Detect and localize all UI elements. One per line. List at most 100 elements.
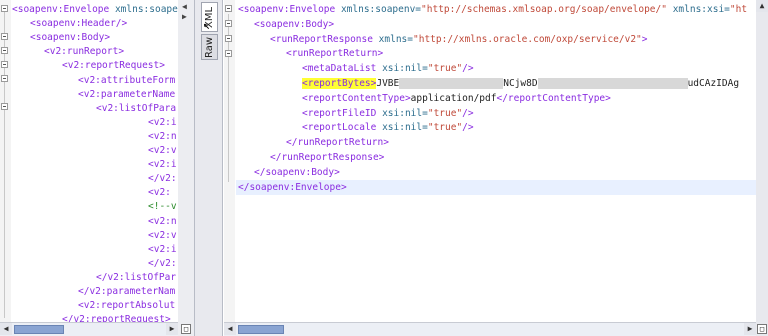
fold-guide: [4, 8, 5, 318]
scroll-left-arrow-icon[interactable]: ◀: [0, 323, 12, 335]
response-xml-viewer[interactable]: <soapenv:Envelope xmlns:soapenv="http://…: [224, 0, 756, 322]
fold-toggle-icon[interactable]: [1, 5, 8, 12]
code-token: <v2:reportRequest>: [62, 60, 165, 72]
code-line[interactable]: <soapenv:Body>: [254, 17, 334, 32]
code-token: xmlns=: [372, 33, 413, 45]
code-line[interactable]: </v2:: [148, 256, 177, 271]
code-token: <v2:attributeForm: [78, 74, 176, 86]
redacted-value: [537, 78, 688, 89]
code-token: <reportBytes>: [302, 78, 377, 89]
left-horizontal-scrollbar[interactable]: ◀ ▶: [0, 322, 178, 336]
code-token: <runReportReturn>: [286, 48, 384, 60]
code-line[interactable]: <v2:i: [148, 115, 177, 130]
code-line[interactable]: <v2:i: [148, 242, 177, 257]
code-line[interactable]: <soapenv:Envelope xmlns:soape: [12, 2, 178, 17]
code-line[interactable]: <v2:: [148, 185, 171, 200]
code-token: "true": [427, 63, 463, 75]
code-line[interactable]: <v2:i: [148, 157, 177, 172]
code-token: xmlns:soapenv=: [335, 4, 422, 15]
fold-toggle-icon[interactable]: [225, 50, 232, 57]
code-line[interactable]: </soapenv:Body>: [254, 165, 340, 180]
code-line[interactable]: <v2:listOfPara: [96, 101, 176, 116]
fold-toggle-icon[interactable]: [1, 75, 8, 82]
right-vertical-scrollbar[interactable]: ▲ □: [756, 0, 768, 336]
code-token: <metaDataList: [302, 63, 377, 75]
code-line[interactable]: <v2:reportAbsolut: [78, 298, 175, 313]
code-line[interactable]: <soapenv:Envelope xmlns:soapenv="http://…: [238, 2, 747, 17]
code-token: <reportFileID: [302, 107, 377, 119]
code-line[interactable]: <v2:n: [148, 129, 177, 144]
code-token: </soapenv:Body>: [254, 166, 340, 178]
code-token: />: [462, 122, 474, 134]
code-line[interactable]: </v2:: [148, 171, 177, 186]
code-line[interactable]: <reportFileID xsi:nil="true"/>: [302, 106, 474, 121]
code-token: <v2:listOfPara: [96, 102, 177, 114]
code-line[interactable]: <soapenv:Header/>: [30, 16, 127, 31]
redacted-value: [399, 78, 504, 89]
fold-toggle-icon[interactable]: [1, 61, 8, 68]
code-token: xsi:nil=: [376, 122, 428, 134]
code-token: xsi:nil=: [376, 63, 428, 75]
code-token: "true": [427, 107, 463, 119]
code-line[interactable]: <v2:v: [148, 228, 177, 243]
pane-divider[interactable]: ◀ ▶ □: [178, 0, 194, 336]
scroll-right-arrow-icon[interactable]: ▶: [744, 323, 756, 335]
scroll-left-arrow-icon[interactable]: ◀: [224, 323, 236, 335]
code-line[interactable]: <!--v: [148, 199, 177, 214]
code-line[interactable]: </runReportResponse>: [270, 150, 384, 165]
code-token: <v2:i: [148, 243, 177, 255]
code-line[interactable]: </v2:listOfPar: [96, 270, 176, 285]
code-token: <v2:reportAbsolut: [78, 300, 176, 312]
code-line[interactable]: <reportContentType>application/pdf</repo…: [302, 91, 611, 106]
code-line[interactable]: <v2:v: [148, 143, 177, 158]
code-token: <v2:i: [148, 159, 177, 171]
code-token: <runReportResponse: [270, 33, 373, 45]
code-line[interactable]: <v2:parameterName: [78, 87, 175, 102]
code-token: <reportContentType>: [302, 92, 411, 104]
code-token: <reportLocale: [302, 122, 377, 134]
code-token: xmlns:soape: [109, 4, 178, 15]
code-line[interactable]: <soapenv:Body>: [30, 30, 110, 45]
right-horizontal-scrollbar[interactable]: ◀ ▶: [224, 322, 756, 336]
code-line[interactable]: </runReportReturn>: [286, 135, 389, 150]
code-token: <soapenv:Body>: [254, 18, 335, 30]
corner-toggle-icon[interactable]: □: [757, 324, 767, 334]
code-line[interactable]: <runReportReturn>: [286, 46, 383, 61]
tab-raw[interactable]: Raw: [201, 34, 218, 60]
collapse-left-icon[interactable]: ◀: [182, 2, 187, 11]
code-line[interactable]: <v2:runReport>: [44, 44, 124, 59]
scrollbar-thumb[interactable]: [14, 325, 64, 334]
code-token: NCjw8D: [503, 78, 538, 89]
code-token: <v2:parameterName: [78, 88, 176, 100]
scroll-right-arrow-icon[interactable]: ▶: [166, 323, 178, 335]
tab-raw-label: Raw: [204, 36, 216, 58]
request-xml-editor[interactable]: <soapenv:Envelope xmlns:soape <soapenv:He…: [0, 0, 178, 322]
code-token: <v2:n: [148, 215, 177, 227]
fold-toggle-icon[interactable]: [225, 5, 232, 12]
fold-toggle-icon[interactable]: [225, 35, 232, 42]
code-line[interactable]: <reportLocale xsi:nil="true"/>: [302, 120, 474, 135]
code-token: "true": [427, 122, 463, 134]
code-line[interactable]: <v2:attributeForm: [78, 73, 175, 88]
code-token: </v2:: [148, 173, 177, 185]
code-line[interactable]: </v2:parameterNam: [78, 284, 175, 299]
code-token: <v2:v: [148, 229, 177, 241]
code-line[interactable]: <v2:n: [148, 214, 177, 229]
code-line[interactable]: </soapenv:Envelope>: [236, 179, 756, 195]
code-line[interactable]: <v2:reportRequest>: [62, 58, 165, 73]
code-line[interactable]: <metaDataList xsi:nil="true"/>: [302, 61, 474, 76]
code-token: <soapenv:Envelope: [12, 4, 110, 15]
code-token: <v2:: [148, 187, 171, 199]
code-line[interactable]: </v2:reportRequest>: [62, 312, 171, 322]
code-token: </v2:: [148, 257, 177, 269]
scrollbar-thumb[interactable]: [238, 325, 284, 334]
code-line[interactable]: <reportBytes>JVBE NCjw8D udCAzIDAg: [302, 76, 739, 91]
fold-toggle-icon[interactable]: [1, 103, 8, 110]
scroll-up-arrow-icon[interactable]: ▲: [756, 0, 768, 12]
expand-right-icon[interactable]: ▶: [182, 12, 187, 21]
code-line[interactable]: <runReportResponse xmlns="http://xmlns.o…: [270, 32, 648, 47]
corner-toggle-icon[interactable]: □: [181, 324, 191, 334]
fold-toggle-icon[interactable]: [1, 47, 8, 54]
fold-toggle-icon[interactable]: [1, 33, 8, 40]
fold-toggle-icon[interactable]: [225, 20, 232, 27]
